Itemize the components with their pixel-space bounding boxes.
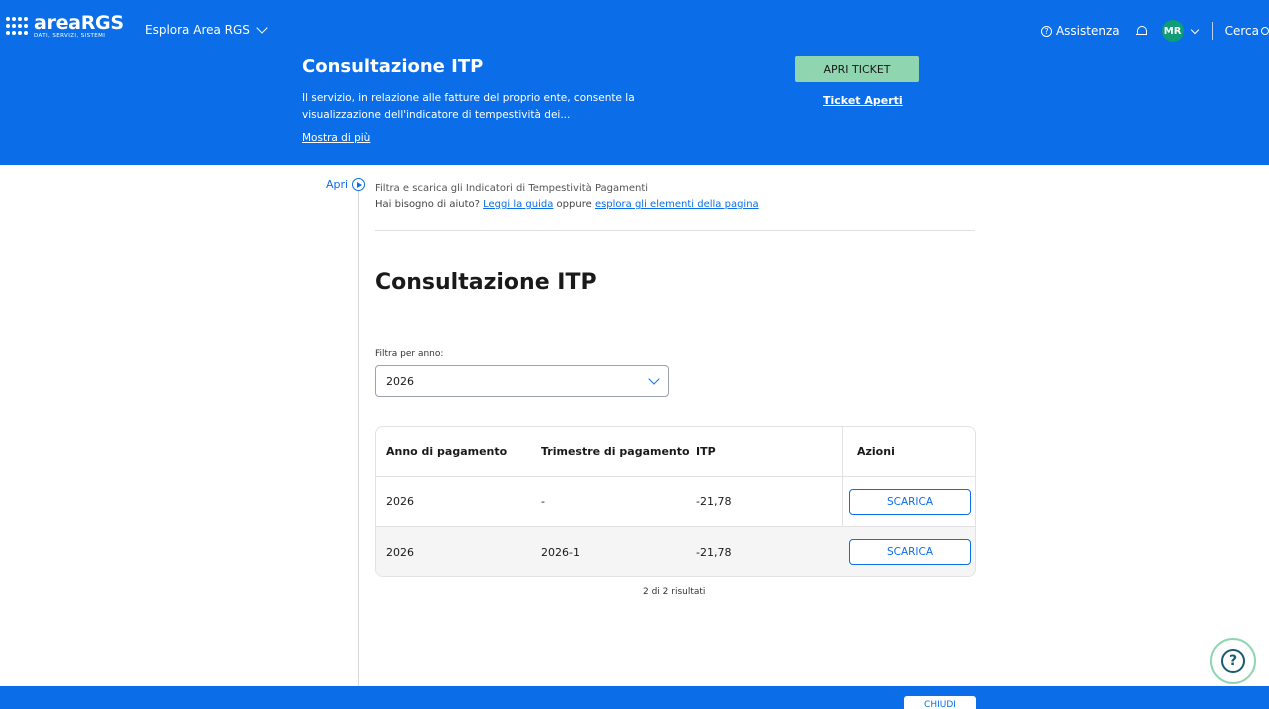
download-button[interactable]: SCARICA <box>849 488 971 515</box>
results-count: 2 di 2 risultati <box>643 587 706 597</box>
cell-anno: 2026 <box>386 495 414 508</box>
download-button[interactable]: SCARICA <box>849 539 971 565</box>
help-middle: oppure <box>556 199 592 210</box>
year-select[interactable]: 2026 <box>375 365 669 397</box>
search-button[interactable]: Cerca <box>1225 24 1269 38</box>
help-prefix: Hai bisogno di aiuto? <box>375 199 480 210</box>
year-select-value: 2026 <box>386 374 414 388</box>
guide-link[interactable]: Leggi la guida <box>483 199 553 210</box>
side-open-label: Apri <box>326 178 349 191</box>
table-row: 2026 - -21,78 SCARICA <box>376 477 975 527</box>
footer-bar: CHIUDI <box>0 686 1269 709</box>
open-ticket-button[interactable]: APRI TICKET <box>795 56 919 82</box>
assistance-label: Assistenza <box>1055 24 1120 38</box>
explore-menu[interactable]: Esplora Area RGS <box>145 22 268 37</box>
cell-trimestre: - <box>541 495 545 508</box>
top-banner: areaRGS DATI, SERVIZI, SISTEMI Esplora A… <box>0 0 1269 165</box>
play-circle-icon <box>352 178 366 191</box>
top-right-actions: ? Assistenza MR Cerca <box>1040 20 1269 42</box>
header-itp: ITP <box>696 445 716 458</box>
help-line: Hai bisogno di aiuto? Leggi la guida opp… <box>375 199 759 210</box>
help-fab-button[interactable]: ? <box>1210 638 1256 684</box>
side-rail <box>358 190 359 686</box>
question-circle-icon: ? <box>1221 649 1245 673</box>
search-icon <box>1261 27 1269 35</box>
assistance-link[interactable]: ? Assistenza <box>1040 24 1120 38</box>
cell-anno: 2026 <box>386 545 414 559</box>
cell-trimestre: 2026-1 <box>541 545 580 559</box>
hero-description: Il servizio, in relazione alle fatture d… <box>302 92 635 121</box>
cell-itp: -21,78 <box>696 495 732 508</box>
logo-sub-text: DATI, SERVIZI, SISTEMI <box>34 33 106 39</box>
search-label: Cerca <box>1224 24 1259 38</box>
arearsg-logo[interactable]: areaRGS DATI, SERVIZI, SISTEMI <box>6 14 124 40</box>
chevron-down-icon <box>256 22 268 34</box>
hero-title: Consultazione ITP <box>302 56 484 77</box>
avatar[interactable]: MR <box>1161 20 1184 42</box>
open-tickets-link[interactable]: Ticket Aperti <box>823 94 903 107</box>
explore-label: Esplora Area RGS <box>145 23 250 37</box>
itp-table: Anno di pagamento Trimestre di pagamento… <box>375 426 976 577</box>
table-row: 2026 2026-1 -21,78 SCARICA <box>376 527 975 576</box>
page-title: Consultazione ITP <box>375 270 597 295</box>
intro-text: Filtra e scarica gli Indicatori di Tempe… <box>375 183 649 194</box>
table-header-row: Anno di pagamento Trimestre di pagamento… <box>376 427 975 477</box>
footer-close-button[interactable]: CHIUDI <box>904 696 976 709</box>
divider <box>1211 22 1213 40</box>
header-anno: Anno di pagamento <box>386 445 508 458</box>
logo-main-text: areaRGS <box>34 12 124 34</box>
explore-elements-link[interactable]: esplora gli elementi della pagina <box>595 199 759 210</box>
cell-itp: -21,78 <box>696 545 732 559</box>
side-panel-toggle[interactable]: Apri <box>326 178 366 191</box>
chevron-down-icon <box>648 373 660 385</box>
chevron-down-icon[interactable] <box>1190 25 1199 34</box>
question-circle-icon: ? <box>1040 25 1052 37</box>
bell-icon[interactable] <box>1135 25 1147 37</box>
logo-dots-icon <box>6 16 28 37</box>
header-azioni: Azioni <box>857 445 895 458</box>
filter-label: Filtra per anno: <box>375 349 444 359</box>
header-trimestre: Trimestre di pagamento <box>541 445 690 458</box>
divider <box>375 230 975 231</box>
show-more-link[interactable]: Mostra di più <box>302 132 370 144</box>
